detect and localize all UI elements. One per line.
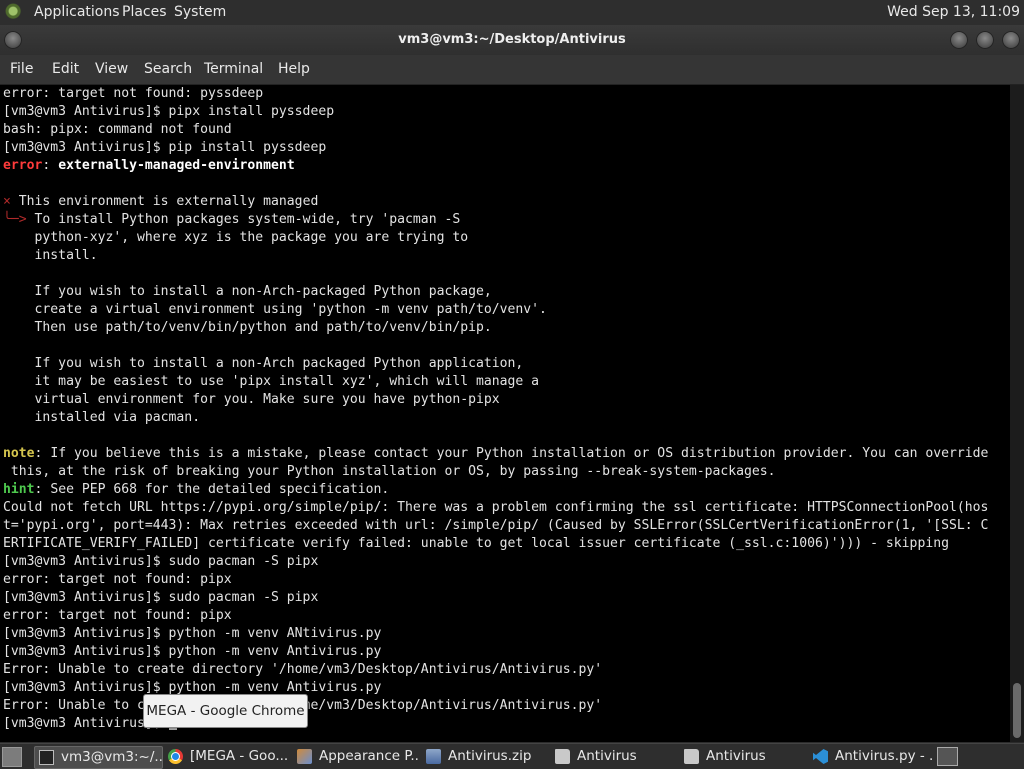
terminal-line: install. [3, 248, 98, 263]
terminal-line: [vm3@vm3 Antivirus]$ pipx install pyssde… [3, 104, 335, 119]
task-label: Antivirus [577, 748, 637, 764]
window-titlebar[interactable]: vm3@vm3:~/Desktop/Antivirus [0, 25, 1024, 55]
menu-view[interactable]: View [95, 61, 128, 77]
terminal-line: virtual environment for you. Make sure y… [3, 392, 500, 407]
terminal-icon [39, 750, 54, 765]
terminal-line: [vm3@vm3 Antivirus]$ pip install pyssdee… [3, 140, 327, 155]
task-terminal[interactable]: vm3@vm3:~/... [34, 746, 163, 769]
terminal-line: × This environment is externally managed [3, 194, 319, 209]
terminal-line: Then use path/to/venv/bin/python and pat… [3, 320, 492, 335]
terminal-line: bash: pipx: command not found [3, 122, 232, 137]
archive-icon [426, 749, 441, 764]
terminal-menubar: File Edit View Search Terminal Help [0, 55, 1024, 85]
task-folder-1[interactable]: Antivirus [551, 746, 676, 767]
terminal-line: installed via pacman. [3, 410, 201, 425]
window-title: vm3@vm3:~/Desktop/Antivirus [398, 32, 626, 47]
terminal-line: [vm3@vm3 Antivirus]$ python -m venv Anti… [3, 680, 382, 695]
scrollbar-thumb[interactable] [1013, 683, 1021, 738]
folder-icon [555, 749, 570, 764]
show-desktop-icon[interactable] [2, 747, 22, 767]
terminal-line: it may be easiest to use 'pipx install x… [3, 374, 540, 389]
terminal-line: ERTIFICATE_VERIFY_FAILED] certificate ve… [3, 536, 949, 551]
task-label: Antivirus [706, 748, 766, 764]
terminal-line: python-xyz', where xyz is the package yo… [3, 230, 469, 245]
terminal-line: ╰─> To install Python packages system-wi… [3, 212, 461, 227]
minimize-button[interactable] [950, 31, 968, 49]
terminal-line: [vm3@vm3 Antivirus]$ sudo pacman -S pipx [3, 554, 319, 569]
terminal-line: create a virtual environment using 'pyth… [3, 302, 547, 317]
menu-help[interactable]: Help [278, 61, 310, 77]
terminal-line: error: target not found: pipx [3, 608, 232, 623]
terminal-view[interactable]: error: target not found: pyssdeep [vm3@v… [0, 85, 1010, 742]
terminal-line: If you wish to install a non-Arch packag… [3, 356, 524, 371]
terminal-line: Could not fetch URL https://pypi.org/sim… [3, 500, 989, 515]
menu-edit[interactable]: Edit [52, 61, 79, 77]
terminal-line: t='pypi.org', port=443): Max retries exc… [3, 518, 989, 533]
clock[interactable]: Wed Sep 13, 11:09 [887, 4, 1020, 20]
task-label: Antivirus.zip [448, 748, 532, 764]
workspace-switcher-icon[interactable] [937, 747, 958, 766]
terminal-line: this, at the risk of breaking your Pytho… [3, 464, 776, 479]
menu-places[interactable]: Places [122, 4, 167, 20]
menu-applications[interactable]: Applications [34, 4, 120, 20]
task-label: [MEGA - Goo... [190, 748, 289, 764]
task-label: Appearance P... [319, 748, 420, 764]
top-panel: Applications Places System Wed Sep 13, 1… [0, 0, 1024, 25]
task-label: vm3@vm3:~/... [61, 749, 163, 765]
menu-search[interactable]: Search [144, 61, 192, 77]
task-label: Antivirus.py - ... [835, 748, 934, 764]
chrome-icon [168, 749, 183, 764]
terminal-line: If you wish to install a non-Arch-packag… [3, 284, 492, 299]
task-appearance[interactable]: Appearance P... [293, 746, 420, 767]
terminal-line: [vm3@vm3 Antivirus]$ python -m venv Anti… [3, 644, 382, 659]
distro-logo-icon[interactable] [5, 3, 23, 21]
terminal-line: note: If you believe this is a mistake, … [3, 446, 989, 461]
folder-icon [684, 749, 699, 764]
menu-file[interactable]: File [10, 61, 33, 77]
vscode-icon [813, 749, 828, 764]
close-button[interactable] [1002, 31, 1020, 49]
terminal-line: [vm3@vm3 Antivirus]$ sudo pacman -S pipx [3, 590, 319, 605]
task-archive[interactable]: Antivirus.zip [422, 746, 547, 767]
taskbar: vm3@vm3:~/... [MEGA - Goo... Appearance … [0, 743, 1024, 769]
terminal-output: error: target not found: pyssdeep [vm3@v… [0, 85, 1010, 733]
task-folder-2[interactable]: Antivirus [680, 746, 805, 767]
menu-terminal[interactable]: Terminal [204, 61, 263, 77]
terminal-line: Error: Unable to create directory '/home… [3, 662, 603, 677]
terminal-line: error: target not found: pyssdeep [3, 86, 264, 101]
terminal-line: hint: See PEP 668 for the detailed speci… [3, 482, 390, 497]
appearance-icon [297, 749, 312, 764]
maximize-button[interactable] [976, 31, 994, 49]
terminal-line: error: externally-managed-environment [3, 158, 295, 173]
task-chrome[interactable]: [MEGA - Goo... [164, 746, 289, 767]
terminal-scrollbar[interactable] [1010, 85, 1024, 742]
taskbar-tooltip: MEGA - Google Chrome [143, 694, 308, 728]
task-vscode[interactable]: Antivirus.py - ... [809, 746, 934, 767]
terminal-line: error: target not found: pipx [3, 572, 232, 587]
terminal-line: [vm3@vm3 Antivirus]$ python -m venv ANti… [3, 626, 382, 641]
menu-system[interactable]: System [174, 4, 226, 20]
